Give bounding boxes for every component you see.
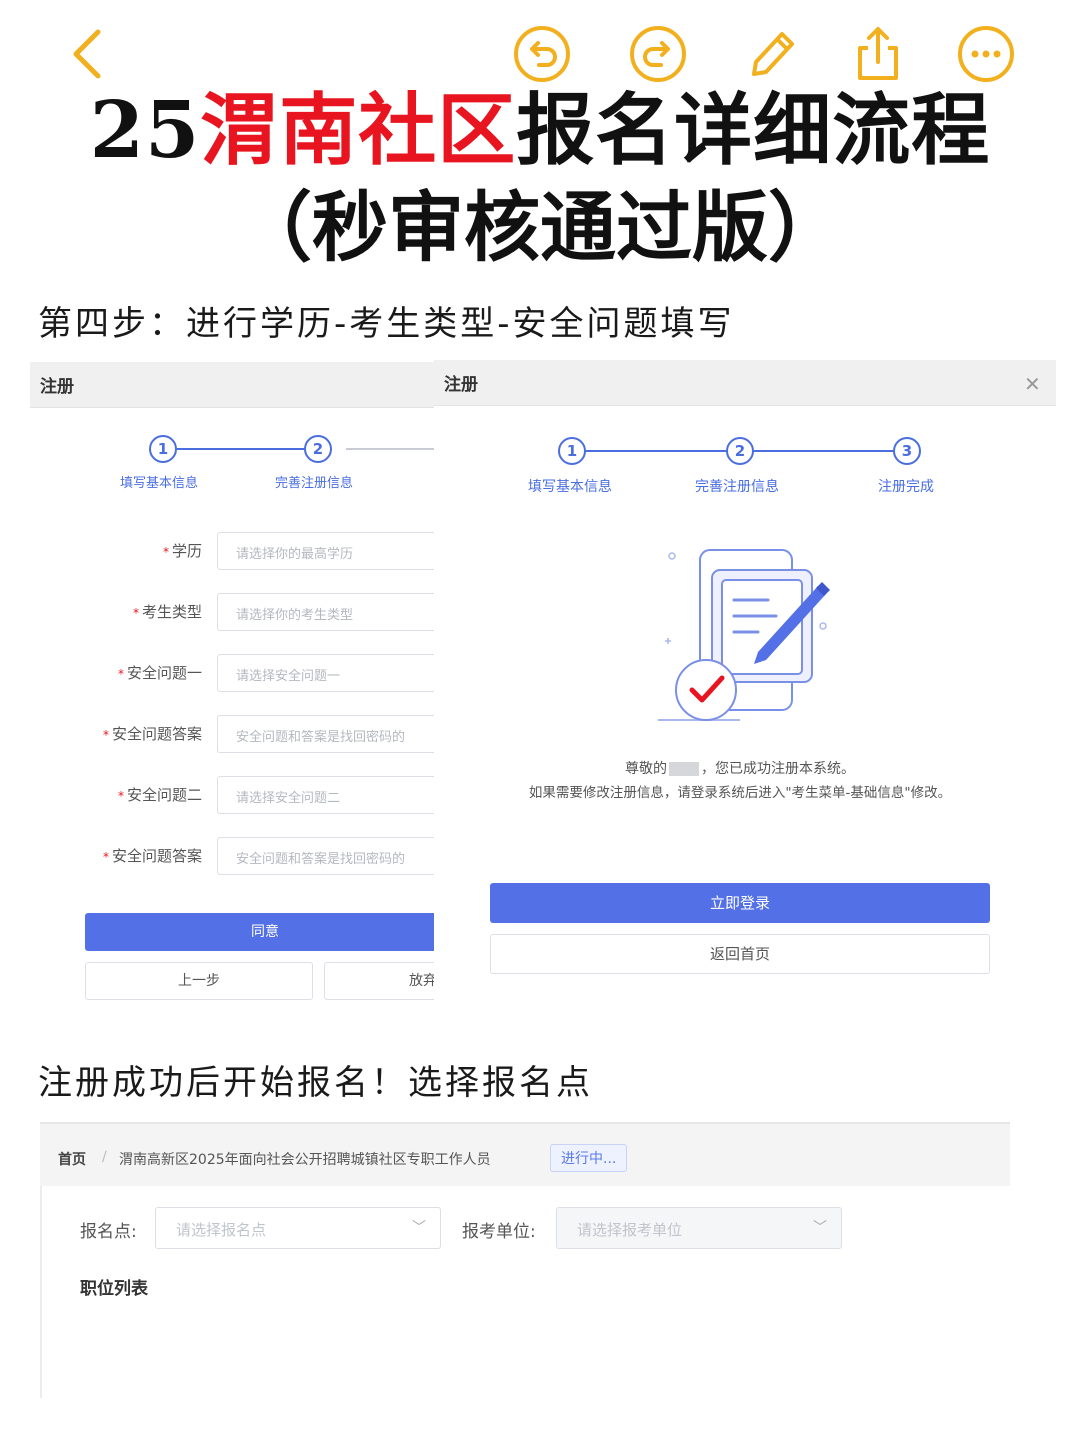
candidate-type-select[interactable]: 请选择你的考生类型	[217, 593, 434, 631]
login-now-button[interactable]: 立即登录	[490, 883, 990, 923]
breadcrumb-current[interactable]: 渭南高新区2025年面向社会公开招聘城镇社区专职工作人员	[119, 1149, 491, 1169]
success-message-line2: 如果需要修改注册信息，请登录系统后进入"考生菜单-基础信息"修改。	[528, 785, 952, 801]
step-2-circle: 2	[726, 437, 754, 465]
title-highlight: 渭南社区	[200, 85, 517, 176]
site-select[interactable]: 请选择报名点 ﹀	[155, 1207, 441, 1249]
undo-icon[interactable]	[512, 24, 572, 84]
breadcrumb-home[interactable]: 首页	[58, 1149, 86, 1169]
position-list-title: 职位列表	[80, 1279, 148, 1299]
step-3-label: 注册完成	[878, 479, 934, 495]
step-2-label: 完善注册信息	[695, 479, 779, 495]
signup-page-panel: 首页 / 渭南高新区2025年面向社会公开招聘城镇社区专职工作人员 进行中...…	[40, 1122, 1010, 1398]
security-question-2-select[interactable]: 请选择安全问题二	[217, 776, 434, 814]
field-label-security-a1: * 安全问题答案	[102, 725, 202, 743]
abandon-button[interactable]: 放弃	[324, 962, 434, 1000]
breadcrumb-separator: /	[102, 1149, 107, 1165]
step-1-label: 填写基本信息	[120, 476, 199, 491]
agree-button[interactable]: 同意	[85, 913, 434, 951]
step-2-label: 完善注册信息	[275, 476, 354, 491]
register-success-illustration	[650, 542, 840, 724]
field-label-education: * 学历	[162, 542, 202, 560]
register-header-2: 注册	[434, 360, 1056, 406]
register-success-panel: 注册 ✕ 1 2 3 填写基本信息 完善注册信息 注册完成 尊敬的 ，您已成功注册…	[434, 360, 1056, 1000]
security-answer-2-input[interactable]: 安全问题和答案是找回密码的	[217, 837, 434, 875]
security-question-1-select[interactable]: 请选择安全问题一	[217, 654, 434, 692]
field-label-security-a2: * 安全问题答案	[102, 847, 202, 865]
chevron-down-icon: ﹀	[813, 1220, 827, 1236]
step-1-circle: 1	[149, 435, 177, 463]
back-icon[interactable]	[58, 24, 118, 84]
more-icon[interactable]	[956, 24, 1016, 84]
success-message-line1: 尊敬的 ，您已成功注册本系统。	[625, 761, 855, 777]
unit-select[interactable]: 请选择报考单位 ﹀	[556, 1207, 842, 1249]
step-1-circle: 1	[558, 437, 586, 465]
field-label-security-q1: * 安全问题一	[117, 664, 202, 682]
close-icon[interactable]: ✕	[1024, 372, 1041, 396]
page-title: 25渭南社区报名详细流程	[89, 85, 991, 176]
step-3-circle: 3	[893, 437, 921, 465]
back-home-button[interactable]: 返回首页	[490, 934, 990, 974]
education-select[interactable]: 请选择你的最高学历	[217, 532, 434, 570]
prev-step-button[interactable]: 上一步	[85, 962, 313, 1000]
field-label-candidate-type: * 考生类型	[132, 603, 202, 621]
step-2-circle: 2	[304, 435, 332, 463]
step4-caption: 第四步：进行学历-考生类型-安全问题填写	[38, 304, 735, 344]
field-label-security-q2: * 安全问题二	[117, 786, 202, 804]
redo-icon[interactable]	[628, 24, 688, 84]
signup-caption: 注册成功后开始报名！选择报名点	[38, 1063, 593, 1103]
register-header: 注册	[30, 362, 434, 408]
pencil-icon[interactable]	[742, 24, 802, 84]
unit-label: 报考单位:	[462, 1222, 536, 1242]
status-badge: 进行中...	[550, 1144, 628, 1172]
chevron-down-icon: ﹀	[412, 1220, 426, 1236]
site-label: 报名点:	[80, 1222, 137, 1242]
page-subtitle: （秒审核通过版）	[236, 183, 844, 272]
security-answer-1-input[interactable]: 安全问题和答案是找回密码的	[217, 715, 434, 753]
masked-name	[669, 762, 699, 776]
share-icon[interactable]	[848, 24, 908, 84]
register-form-panel: 注册 1 2 填写基本信息 完善注册信息 * 学历 请选择你的最高学历 * 考生类型…	[30, 362, 434, 1002]
step-1-label: 填写基本信息	[528, 479, 612, 495]
